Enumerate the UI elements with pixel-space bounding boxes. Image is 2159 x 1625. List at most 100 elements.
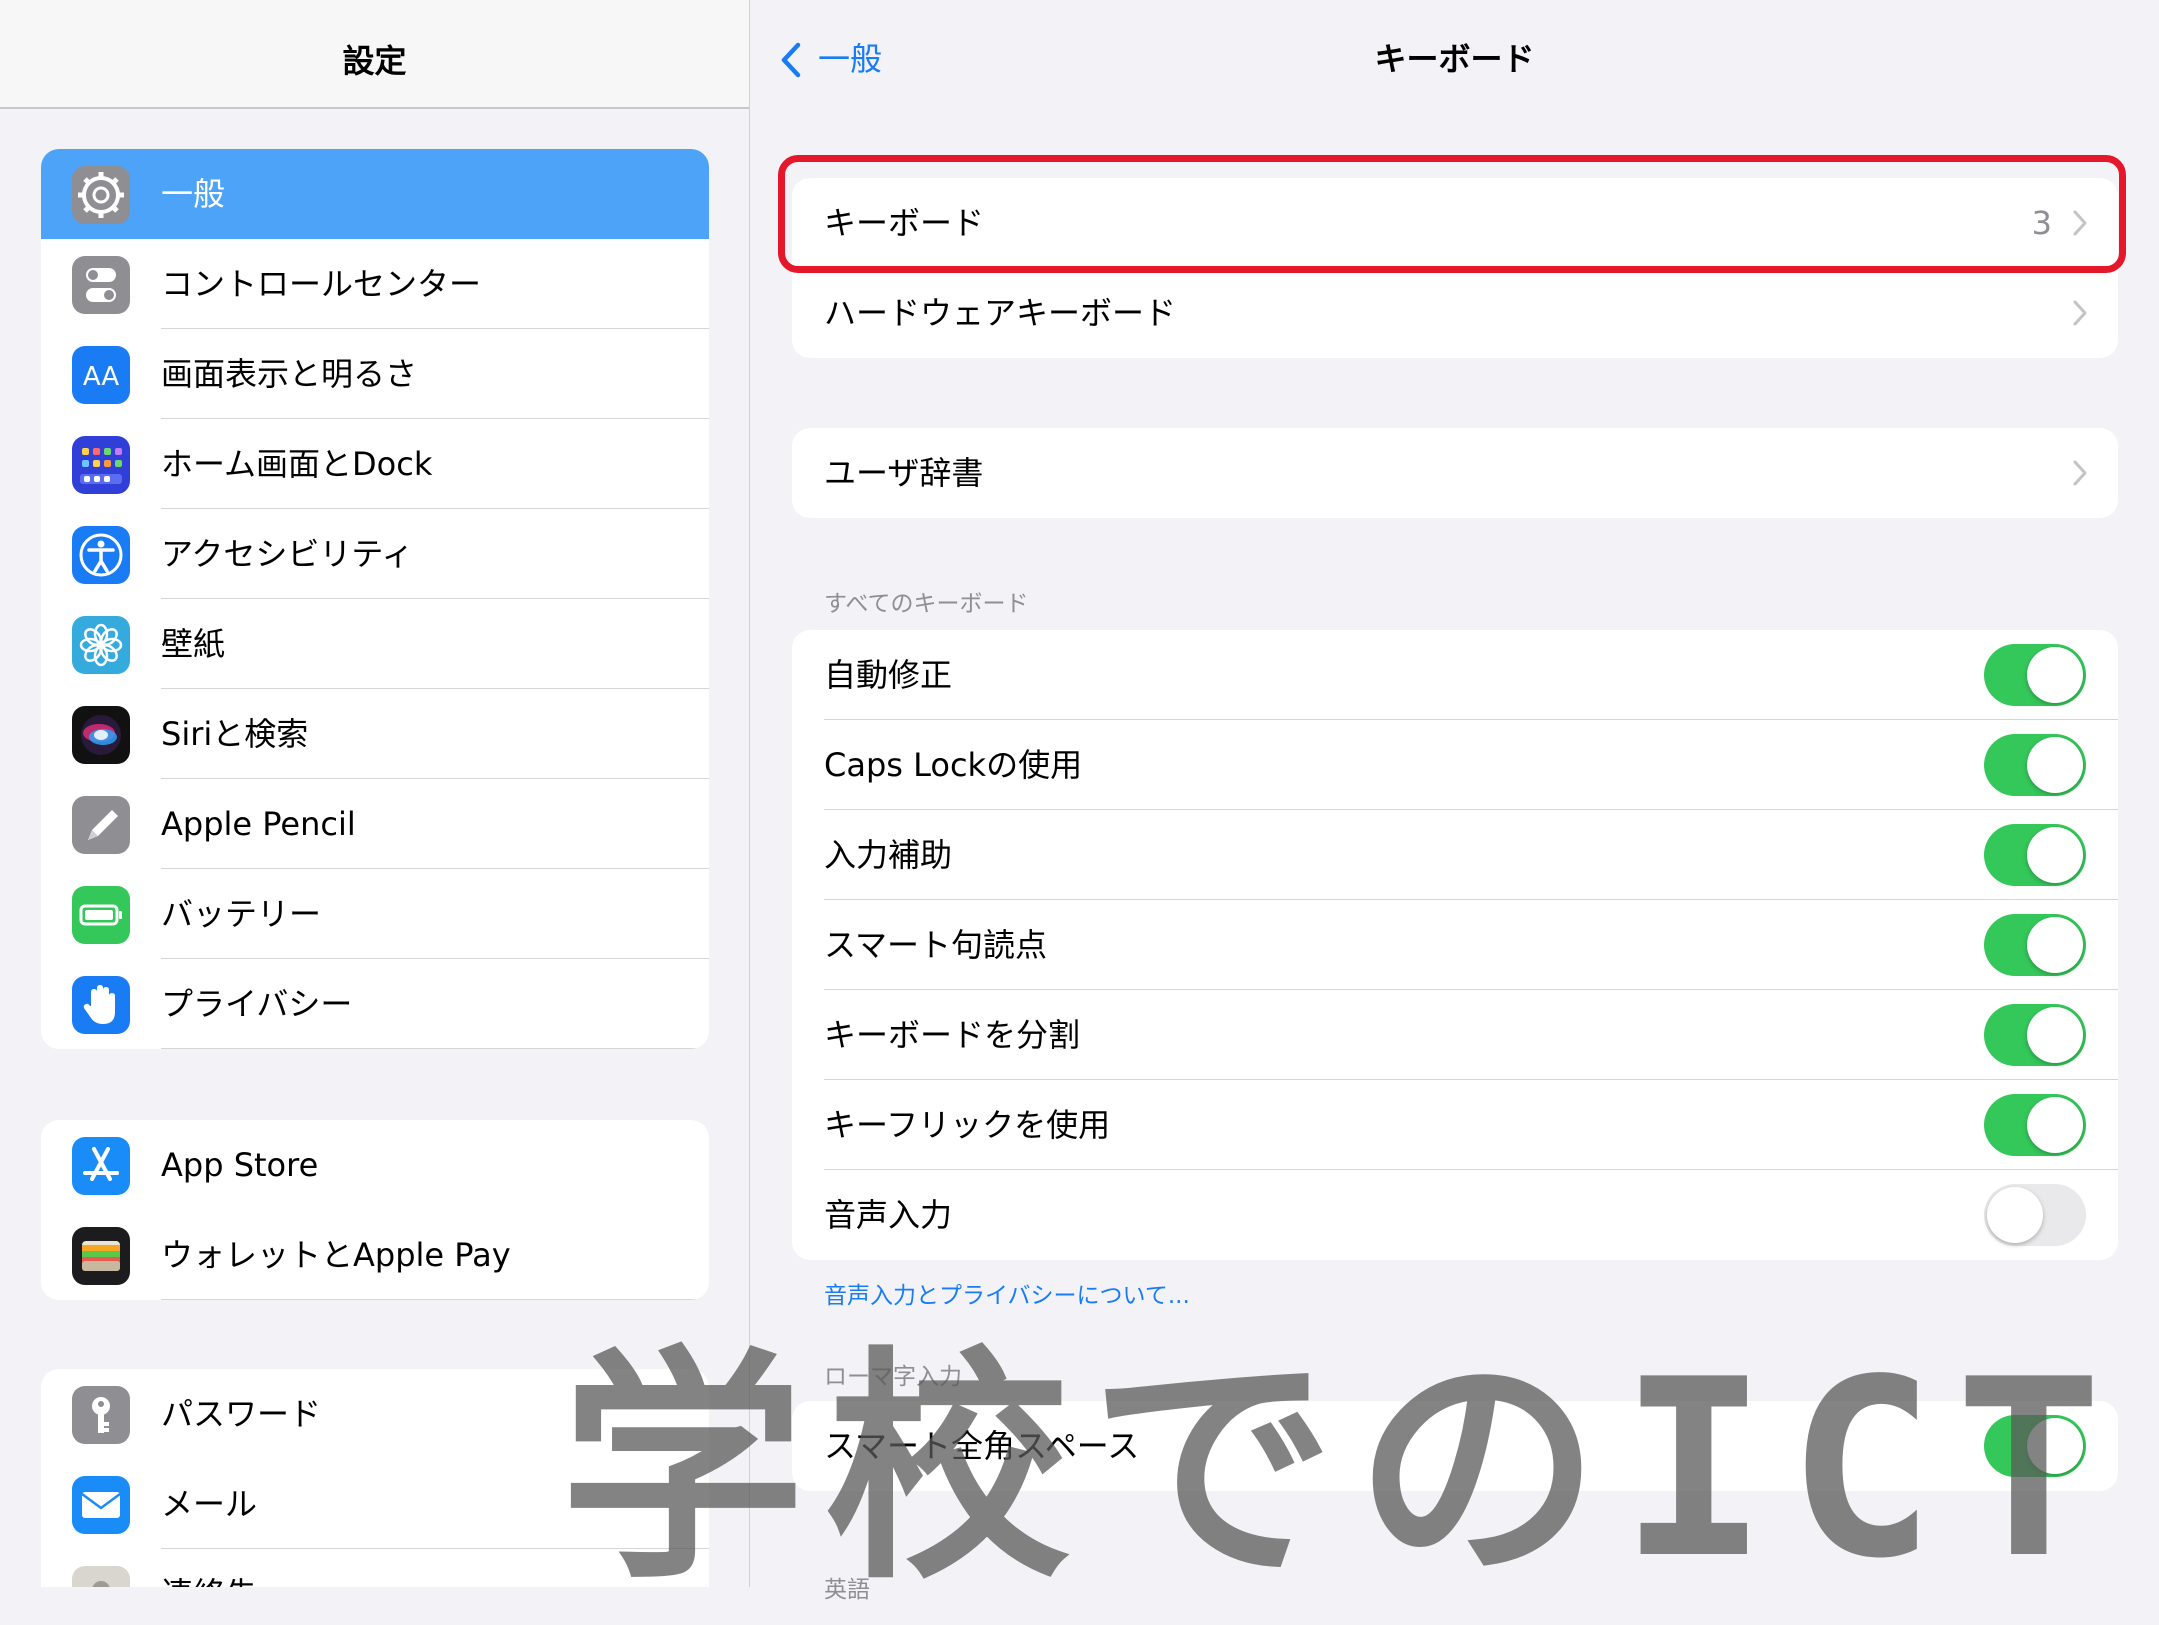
detail-pane: 一般 キーボード キーボード 3 ハードウェアキーボード ユーザ辞書 すべてのキ… [750,0,2159,1603]
separator [161,1047,709,1049]
chevron-right-icon [2073,460,2087,486]
sidebar-item-label: パスワード [161,1395,322,1433]
hardware-keyboard-row[interactable]: ハードウェアキーボード [792,268,2118,358]
smart-punctuation-label: スマート句読点 [824,926,1048,964]
user-dictionary-group: ユーザ辞書 [792,428,2118,518]
sidebar-group-2: App Store ウォレットとApple Pay [41,1120,709,1300]
sidebar-item-label: 一般 [161,175,226,213]
sidebar-group-1: 一般 コントロールセンター AA 画面表示と明るさ ホーム画面とDock アクセ… [41,149,709,1049]
caps-lock-label: Caps Lockの使用 [824,746,1083,784]
battery-icon [72,886,130,944]
predictive-row: 入力補助 [792,810,2118,900]
sidebar-item-label: ホーム画面とDock [161,445,433,483]
sidebar-item-siri[interactable]: Siriと検索 [41,689,709,779]
predictive-toggle[interactable] [1984,824,2086,886]
auto-correct-label: 自動修正 [824,656,953,694]
sidebar-item-display[interactable]: AA 画面表示と明るさ [41,329,709,419]
toggle-knob [2027,827,2083,883]
sidebar-item-battery[interactable]: バッテリー [41,869,709,959]
split-keyboard-toggle[interactable] [1984,1004,2086,1066]
sidebar-item-label: 画面表示と明るさ [161,355,418,393]
sidebar-item-label: バッテリー [161,895,322,933]
predictive-label: 入力補助 [824,836,953,874]
sidebar-item-label: App Store [161,1146,319,1184]
separator [161,1298,709,1300]
romaji-group: スマート全角スペース [792,1401,2118,1491]
app-store-icon [72,1137,130,1195]
sidebar-item-label: プライバシー [161,985,353,1023]
sidebar-item-label: メール [161,1485,258,1523]
pencil-icon [72,796,130,854]
sidebar-item-label: アクセシビリティ [161,535,414,573]
wallet-icon [72,1227,130,1285]
home-screen-grid-icon [72,436,130,494]
smart-punctuation-row: スマート句読点 [792,900,2118,990]
sidebar-item-wallpaper[interactable]: 壁紙 [41,599,709,689]
switches-icon [72,256,130,314]
sidebar-item-mail[interactable]: メール [41,1459,709,1549]
keyboards-count: 3 [2031,204,2052,242]
sidebar-item-label: 壁紙 [161,625,226,663]
caps-lock-toggle[interactable] [1984,734,2086,796]
sidebar-item-contacts[interactable]: 連絡先 [41,1549,709,1587]
toggle-knob [2027,647,2083,703]
accessibility-icon [72,526,130,584]
sidebar-item-label: Apple Pencil [161,805,356,843]
sidebar-item-privacy[interactable]: プライバシー [41,959,709,1049]
sidebar-item-accessibility[interactable]: アクセシビリティ [41,509,709,599]
sidebar-item-general[interactable]: 一般 [41,149,709,239]
split-keyboard-label: キーボードを分割 [824,1016,1081,1054]
key-flicks-label: キーフリックを使用 [824,1106,1111,1144]
mail-icon [72,1476,130,1534]
sidebar-item-label: ウォレットとApple Pay [161,1236,511,1274]
page-title: キーボード [1374,40,1535,78]
chevron-right-icon [2073,210,2087,236]
user-dictionary-row[interactable]: ユーザ辞書 [792,428,2118,518]
smart-punctuation-toggle[interactable] [1984,914,2086,976]
sidebar-item-passwords[interactable]: パスワード [41,1369,709,1459]
sidebar-item-app-store[interactable]: App Store [41,1120,709,1210]
sidebar-item-apple-pencil[interactable]: Apple Pencil [41,779,709,869]
key-flicks-toggle[interactable] [1984,1094,2086,1156]
sidebar-group-3: パスワード メール 連絡先 [41,1369,709,1587]
section-header-romaji: ローマ字入力 [824,1364,962,1390]
smart-fullwidth-space-label: スマート全角スペース [824,1427,1140,1465]
sidebar-header: 設定 [0,0,749,109]
toggle-knob [2027,1418,2083,1474]
auto-correct-toggle[interactable] [1984,644,2086,706]
text-size-icon-text: AA [83,362,120,392]
key-flicks-row: キーフリックを使用 [792,1080,2118,1170]
dictation-row: 音声入力 [792,1170,2118,1260]
toggle-knob [2027,1097,2083,1153]
smart-fullwidth-space-row: スマート全角スペース [792,1401,2118,1491]
key-icon [72,1386,130,1444]
sidebar-item-home-screen[interactable]: ホーム画面とDock [41,419,709,509]
smart-fullwidth-space-toggle[interactable] [1984,1415,2086,1477]
keyboards-row[interactable]: キーボード 3 [792,178,2118,268]
sidebar-item-wallet[interactable]: ウォレットとApple Pay [41,1210,709,1300]
gear-icon [72,166,130,224]
chevron-right-icon [2073,300,2087,326]
sidebar-item-label: コントロールセンター [161,265,482,303]
flower-icon [72,616,130,674]
split-keyboard-row: キーボードを分割 [792,990,2118,1080]
dictation-privacy-link[interactable]: 音声入力とプライバシーについて... [824,1276,1190,1310]
siri-icon [72,706,130,764]
sidebar-title: 設定 [342,42,407,80]
sidebar-item-control-center[interactable]: コントロールセンター [41,239,709,329]
dictation-label: 音声入力 [824,1196,953,1234]
section-header-english: 英語 [824,1577,870,1603]
text-size-icon: AA [72,346,130,404]
sidebar-item-label: 連絡先 [161,1549,257,1587]
dictation-toggle[interactable] [1984,1184,2086,1246]
sidebar: 設定 一般 コントロールセンター AA 画面表示と明るさ ホーム画面とDock … [0,0,750,1587]
caps-lock-row: Caps Lockの使用 [792,720,2118,810]
sidebar-item-label: Siriと検索 [161,715,309,753]
section-header-all-keyboards: すべてのキーボード [824,591,1029,617]
hand-icon [72,976,130,1034]
keyboards-label: キーボード [824,204,985,242]
toggle-knob [1987,1187,2043,1243]
contacts-icon [72,1566,130,1587]
toggle-knob [2027,917,2083,973]
all-keyboards-group: 自動修正 Caps Lockの使用 入力補助 スマート句読点 キーボードを分割 … [792,630,2118,1260]
